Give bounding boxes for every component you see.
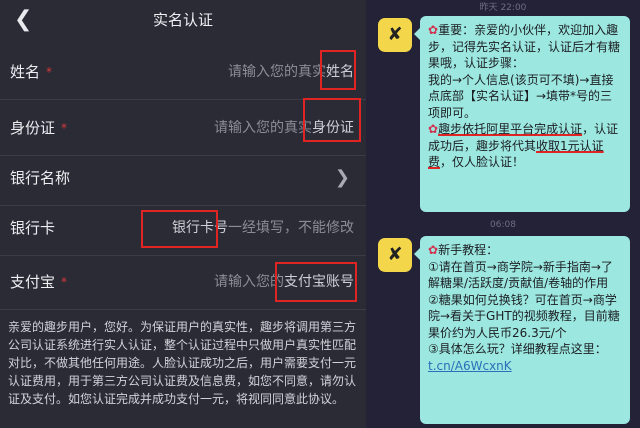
verification-form-screen: ❮ 实名认证 姓名 * 请输入您的真实姓名 身份证 * 请输入您的真实身份证 银行名… bbox=[0, 0, 366, 428]
name-label: 姓名 * bbox=[10, 63, 53, 81]
timestamp: 06:08 bbox=[490, 220, 516, 230]
required-mark: * bbox=[61, 275, 68, 289]
top-bar: ❮ 实名认证 bbox=[0, 0, 366, 42]
app-logo-icon: ✘ bbox=[387, 244, 403, 265]
required-mark: * bbox=[61, 121, 68, 135]
required-mark: * bbox=[46, 65, 53, 79]
bank-name-label: 银行名称 bbox=[10, 169, 71, 187]
id-card-row[interactable]: 身份证 * 请输入您的真实身份证 bbox=[0, 98, 366, 156]
bank-name-row[interactable]: 银行名称 ❯ bbox=[0, 150, 366, 206]
avatar[interactable]: ✘ bbox=[378, 18, 412, 52]
flower-icon: ✿ bbox=[428, 23, 439, 37]
number-3-icon: ③ bbox=[428, 342, 439, 356]
red-highlight-box bbox=[275, 262, 357, 302]
bank-card-label: 银行卡 bbox=[10, 219, 56, 237]
number-2-icon: ② bbox=[428, 292, 439, 307]
number-1-icon: ① bbox=[428, 259, 439, 274]
flower-icon: ✿ bbox=[428, 243, 439, 257]
red-highlight-box bbox=[141, 210, 218, 248]
alipay-label: 支付宝 * bbox=[10, 273, 68, 291]
agreement-notice: 亲爱的趣步用户，您好。为保证用户的真实性，趣步将调用第三方公司认证系统进行实人认… bbox=[8, 320, 357, 406]
chat-screen: 昨天 22:00 ✘ ✿重要：亲爱的小伙伴，欢迎加入趣步，记得先实名认证，认证后… bbox=[366, 0, 640, 428]
page-title: 实名认证 bbox=[152, 11, 213, 29]
red-highlight-box bbox=[303, 98, 361, 142]
avatar[interactable]: ✘ bbox=[378, 238, 412, 272]
red-highlight-box bbox=[320, 50, 356, 90]
chat-message-2: ✿新手教程： ①请在首页→商学院→新手指南→了解糖果/活跃度/贡献值/卷轴的作用… bbox=[414, 236, 630, 424]
name-row[interactable]: 姓名 * 请输入您的真实姓名 bbox=[0, 44, 366, 100]
flower-icon: ✿ bbox=[428, 122, 439, 136]
chat-message-1: ✿重要：亲爱的小伙伴，欢迎加入趣步，记得先实名认证，认证后才有糖果哦，认证步骤：… bbox=[414, 16, 630, 212]
bank-card-row[interactable]: 银行卡 银行卡号一经填写，不能修改 bbox=[0, 200, 366, 256]
timestamp: 昨天 22:00 bbox=[479, 3, 527, 13]
chevron-right-icon[interactable]: ❯ bbox=[335, 150, 350, 206]
alipay-row[interactable]: 支付宝 * 请输入您的支付宝账号 bbox=[0, 254, 366, 310]
app-logo-icon: ✘ bbox=[387, 24, 403, 45]
tutorial-link[interactable]: t.cn/A6WcxnK bbox=[428, 359, 512, 373]
id-card-label: 身份证 * bbox=[10, 119, 68, 137]
